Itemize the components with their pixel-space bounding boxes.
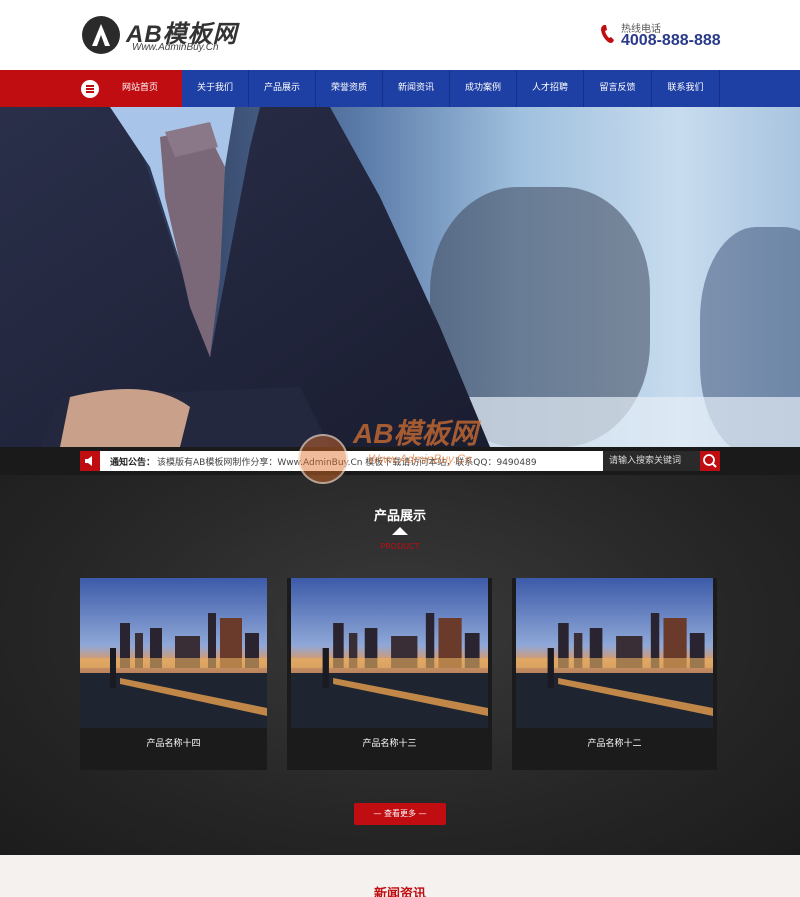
logo-mark-icon [82, 16, 120, 54]
hotline-number: 4008-888-888 [621, 32, 721, 49]
nav-item-cases[interactable]: 成功案例 [450, 70, 517, 107]
nav-item-products[interactable]: 产品展示 [249, 70, 316, 107]
banner-businessman-image [0, 107, 490, 447]
hero-banner[interactable] [0, 107, 800, 447]
products-subtitle: PRODUCT [380, 542, 420, 551]
caret-up-icon [392, 527, 408, 535]
product-name[interactable]: 产品名称十三 [287, 736, 492, 749]
watermark-text: AB模板网 [353, 418, 478, 449]
view-more-button[interactable]: — 查看更多 — [354, 803, 446, 825]
nav-item-about[interactable]: 关于我们 [182, 70, 249, 107]
logo-subtitle: Www.AdminBuy.Cn [132, 42, 219, 53]
nav-item-honors[interactable]: 荣誉资质 [316, 70, 383, 107]
phone-icon [601, 25, 614, 43]
header: AB模板网 Www.AdminBuy.Cn 热线电话 4008-888-888 [0, 0, 800, 70]
watermark-logo-icon [298, 434, 348, 484]
notice-label: 通知公告： [110, 458, 156, 468]
products-section: 产品展示 PRODUCT 产品名称十四 产品名称十三 产品名称十二 — 查看更多… [0, 475, 800, 855]
product-card[interactable]: 产品名称十三 [287, 578, 492, 770]
product-image[interactable] [516, 578, 713, 728]
watermark: AB模板网 Www.AdminBuy.Cn [298, 412, 508, 492]
hotline: 热线电话 4008-888-888 [600, 20, 730, 54]
product-image[interactable] [80, 578, 267, 728]
product-name[interactable]: 产品名称十二 [512, 736, 717, 749]
product-card[interactable]: 产品名称十二 [512, 578, 717, 770]
nav-item-feedback[interactable]: 留言反馈 [584, 70, 652, 107]
watermark-subtext: Www.AdminBuy.Cn [368, 452, 472, 466]
main-nav: 网站首页 关于我们 产品展示 荣誉资质 新闻资讯 成功案例 人才招聘 留言反馈 … [0, 70, 800, 107]
product-card[interactable]: 产品名称十四 [80, 578, 267, 770]
nav-item-contact[interactable]: 联系我们 [652, 70, 720, 107]
products-title: 产品展示 [373, 509, 426, 524]
nav-item-news[interactable]: 新闻资讯 [383, 70, 450, 107]
speaker-icon [80, 451, 100, 471]
menu-icon[interactable] [81, 80, 99, 98]
search-input[interactable] [603, 451, 700, 471]
search-button[interactable] [700, 451, 720, 471]
news-section: 新闻资讯 [0, 855, 800, 897]
product-name[interactable]: 产品名称十四 [80, 736, 267, 749]
news-title: 新闻资讯 [373, 887, 426, 897]
product-image[interactable] [291, 578, 488, 728]
nav-item-jobs[interactable]: 人才招聘 [517, 70, 584, 107]
search-icon [703, 454, 717, 468]
logo[interactable]: AB模板网 Www.AdminBuy.Cn [82, 16, 252, 58]
nav-item-label: 网站首页 [122, 83, 159, 93]
